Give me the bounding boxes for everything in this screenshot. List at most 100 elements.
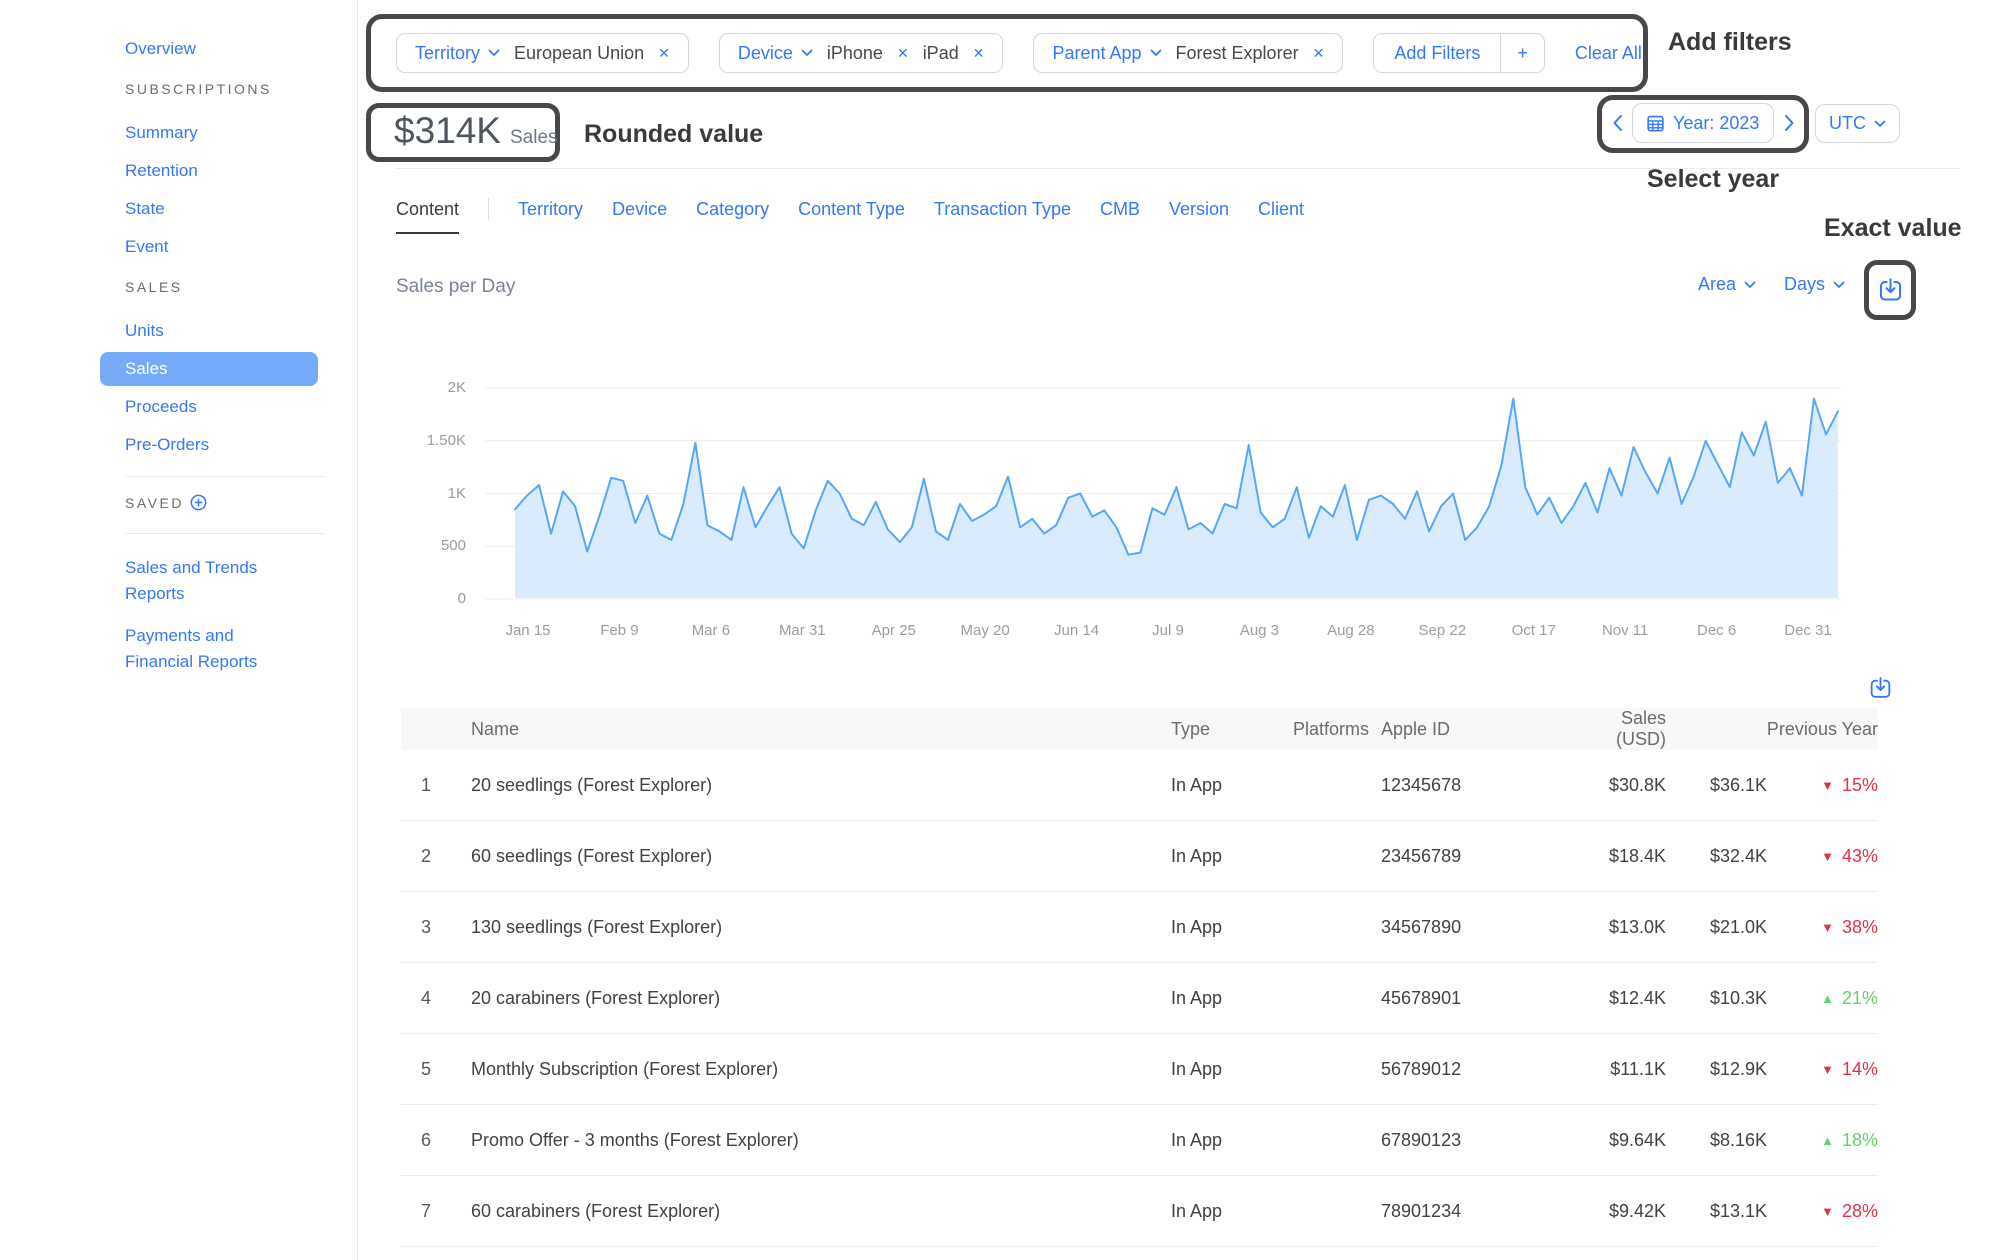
product-type: In App (1171, 917, 1281, 938)
year-selector-button[interactable]: Year: 2023 (1632, 103, 1774, 143)
row-index: 7 (401, 1201, 471, 1222)
triangle-up-icon: ▲ (1821, 1133, 1834, 1148)
x-tick-label: Aug 3 (1214, 622, 1304, 639)
app-window: OverviewSUBSCRIPTIONSSummaryRetentionSta… (0, 0, 2010, 1260)
clear-all-button[interactable]: Clear All (1575, 43, 1642, 64)
granularity-dropdown[interactable]: Days (1784, 274, 1845, 295)
tab-category[interactable]: Category (696, 199, 769, 220)
tab-device[interactable]: Device (612, 199, 667, 220)
sidebar-item-units[interactable]: Units (100, 314, 318, 348)
sidebar-divider (125, 476, 325, 477)
filter-chip-parent-app: Parent App Forest Explorer ✕ (1033, 33, 1343, 73)
apple-id: 34567890 (1381, 917, 1571, 938)
change-percent: ▼28% (1767, 1201, 1878, 1222)
row-index: 3 (401, 917, 471, 938)
sidebar-item-retention[interactable]: Retention (100, 154, 318, 188)
sidebar-item-sales[interactable]: Sales (100, 352, 318, 386)
sidebar-section-saved: SAVED (100, 492, 335, 517)
apple-id: 56789012 (1381, 1059, 1571, 1080)
table-download-button[interactable] (1868, 676, 1893, 706)
row-index: 4 (401, 988, 471, 1009)
previous-year-value: $32.4K (1666, 846, 1767, 867)
y-tick-label: 1.50K (404, 430, 466, 452)
add-filter-plus-button[interactable]: + (1500, 34, 1544, 72)
filter-value: Forest Explorer (1176, 43, 1299, 64)
x-tick-label: Jun 14 (1032, 622, 1122, 639)
product-name: 60 carabiners (Forest Explorer) (471, 1201, 1171, 1222)
chart-title: Sales per Day (396, 276, 515, 298)
row-index: 5 (401, 1059, 471, 1080)
x-tick-label: Feb 9 (574, 622, 664, 639)
apple-id: 67890123 (1381, 1130, 1571, 1151)
granularity-label: Days (1784, 274, 1825, 295)
table-row: 120 seedlings (Forest Explorer)In App123… (401, 750, 1878, 821)
x-tick-label: Jan 15 (483, 622, 573, 639)
sidebar-item-sales-and-trends-reports[interactable]: Sales and Trends Reports (100, 549, 280, 613)
column-header-previous-year: Previous Year (1666, 719, 1878, 740)
sidebar-divider (125, 533, 325, 534)
change-percent: ▼15% (1767, 775, 1878, 796)
export-annotation-label: Exact value (1824, 214, 1962, 243)
x-tick-label: Oct 17 (1489, 622, 1579, 639)
apple-id: 23456789 (1381, 846, 1571, 867)
column-header-apple-id: Apple ID (1381, 719, 1571, 740)
add-filters-button[interactable]: Add Filters (1374, 34, 1500, 72)
filter-dropdown-device[interactable]: Device (738, 43, 813, 64)
x-tick-label: Aug 28 (1306, 622, 1396, 639)
sidebar-item-pre-orders[interactable]: Pre-Orders (100, 428, 318, 462)
product-type: In App (1171, 1130, 1281, 1151)
product-name: 20 carabiners (Forest Explorer) (471, 988, 1171, 1009)
remove-filter-icon[interactable]: ✕ (658, 45, 670, 62)
triangle-up-icon: ▲ (1821, 991, 1834, 1006)
sidebar: OverviewSUBSCRIPTIONSSummaryRetentionSta… (0, 0, 358, 1260)
filter-dropdown-territory[interactable]: Territory (415, 43, 500, 64)
sidebar-item-proceeds[interactable]: Proceeds (100, 390, 318, 424)
sidebar-item-overview[interactable]: Overview (100, 32, 318, 66)
filters-annotation-label: Add filters (1668, 28, 1792, 57)
add-saved-report-icon[interactable] (190, 494, 207, 517)
tab-client[interactable]: Client (1258, 199, 1304, 220)
table-row: 760 carabiners (Forest Explorer)In App78… (401, 1176, 1878, 1247)
sidebar-item-event[interactable]: Event (100, 230, 318, 264)
column-header-type: Type (1171, 719, 1281, 740)
remove-filter-icon[interactable]: ✕ (1313, 45, 1325, 62)
change-percent: ▲18% (1767, 1130, 1878, 1151)
sales-value: $13.0K (1571, 917, 1666, 938)
download-icon (1877, 277, 1904, 304)
chart-download-button[interactable] (1877, 277, 1904, 309)
apple-id: 78901234 (1381, 1201, 1571, 1222)
remove-filter-icon[interactable]: ✕ (973, 45, 985, 62)
product-name: Promo Offer - 3 months (Forest Explorer) (471, 1130, 1171, 1151)
tab-transaction-type[interactable]: Transaction Type (934, 199, 1071, 220)
chart-type-dropdown[interactable]: Area (1698, 274, 1756, 295)
table-row: 6Promo Offer - 3 months (Forest Explorer… (401, 1105, 1878, 1176)
filter-dropdown-parent-app[interactable]: Parent App (1052, 43, 1161, 64)
product-type: In App (1171, 775, 1281, 796)
sales-area-fill (515, 399, 1838, 598)
sales-area-chart (485, 378, 1841, 600)
filter-value: iPad (923, 43, 959, 64)
tab-content[interactable]: Content (396, 199, 459, 220)
chevron-down-icon (1150, 49, 1162, 57)
remove-filter-icon[interactable]: ✕ (897, 45, 909, 62)
tab-version[interactable]: Version (1169, 199, 1229, 220)
sales-total-label: Sales (510, 127, 558, 149)
column-header-platforms: Platforms (1281, 719, 1381, 740)
table-row: 5Monthly Subscription (Forest Explorer)I… (401, 1034, 1878, 1105)
table-header: NameTypePlatformsApple IDSales (USD)Prev… (401, 708, 1878, 750)
previous-year-button[interactable] (1606, 109, 1628, 137)
tab-cmb[interactable]: CMB (1100, 199, 1140, 220)
next-year-button[interactable] (1778, 109, 1800, 137)
timezone-button[interactable]: UTC (1815, 104, 1900, 143)
product-type: In App (1171, 988, 1281, 1009)
x-tick-label: Sep 22 (1397, 622, 1487, 639)
tab-territory[interactable]: Territory (518, 199, 583, 220)
sidebar-item-payments-and-financial-reports[interactable]: Payments and Financial Reports (100, 617, 280, 681)
calendar-icon (1647, 115, 1664, 132)
sidebar-item-summary[interactable]: Summary (100, 116, 318, 150)
summary-annotation-label: Rounded value (584, 120, 763, 149)
y-tick-label: 1K (404, 483, 466, 505)
sidebar-item-state[interactable]: State (100, 192, 318, 226)
tab-content-type[interactable]: Content Type (798, 199, 905, 220)
row-index: 6 (401, 1130, 471, 1151)
